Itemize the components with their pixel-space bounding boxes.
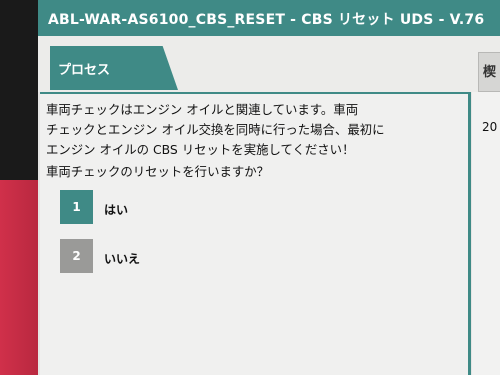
option-no-button[interactable]: 2 [60,239,93,273]
message-text: 車両チェックはエンジン オイルと関連しています。車両 チェックとエンジン オイル… [46,100,460,160]
question-text: 車両チェックのリセットを行いますか？ [46,164,270,179]
right-panel: 20 [472,92,500,375]
background-object [0,180,40,375]
tab-next[interactable]: 楔 [478,52,500,92]
tab-next-label: 楔 [483,65,497,80]
tab-process[interactable]: プロセス [50,46,178,90]
app-screen: ABL-WAR-AS6100_CBS_RESET - CBS リセット UDS … [38,0,500,375]
message-line: 車両チェックはエンジン オイルと関連しています。車両 [46,102,359,117]
option-no-label[interactable]: いいえ [104,250,140,267]
right-panel-value: 20 [482,120,498,134]
title-bar: ABL-WAR-AS6100_CBS_RESET - CBS リセット UDS … [38,0,500,36]
option-yes-label[interactable]: はい [104,201,128,218]
tab-process-label: プロセス [58,63,111,78]
option-yes-button[interactable]: 1 [60,190,93,224]
message-line: チェックとエンジン オイル交換を同時に行った場合、最初に [46,122,385,137]
window-title: ABL-WAR-AS6100_CBS_RESET - CBS リセット UDS … [48,12,485,28]
message-line: エンジン オイルの CBS リセットを実施してください！ [46,142,355,157]
process-panel: 車両チェックはエンジン オイルと関連しています。車両 チェックとエンジン オイル… [40,92,471,375]
